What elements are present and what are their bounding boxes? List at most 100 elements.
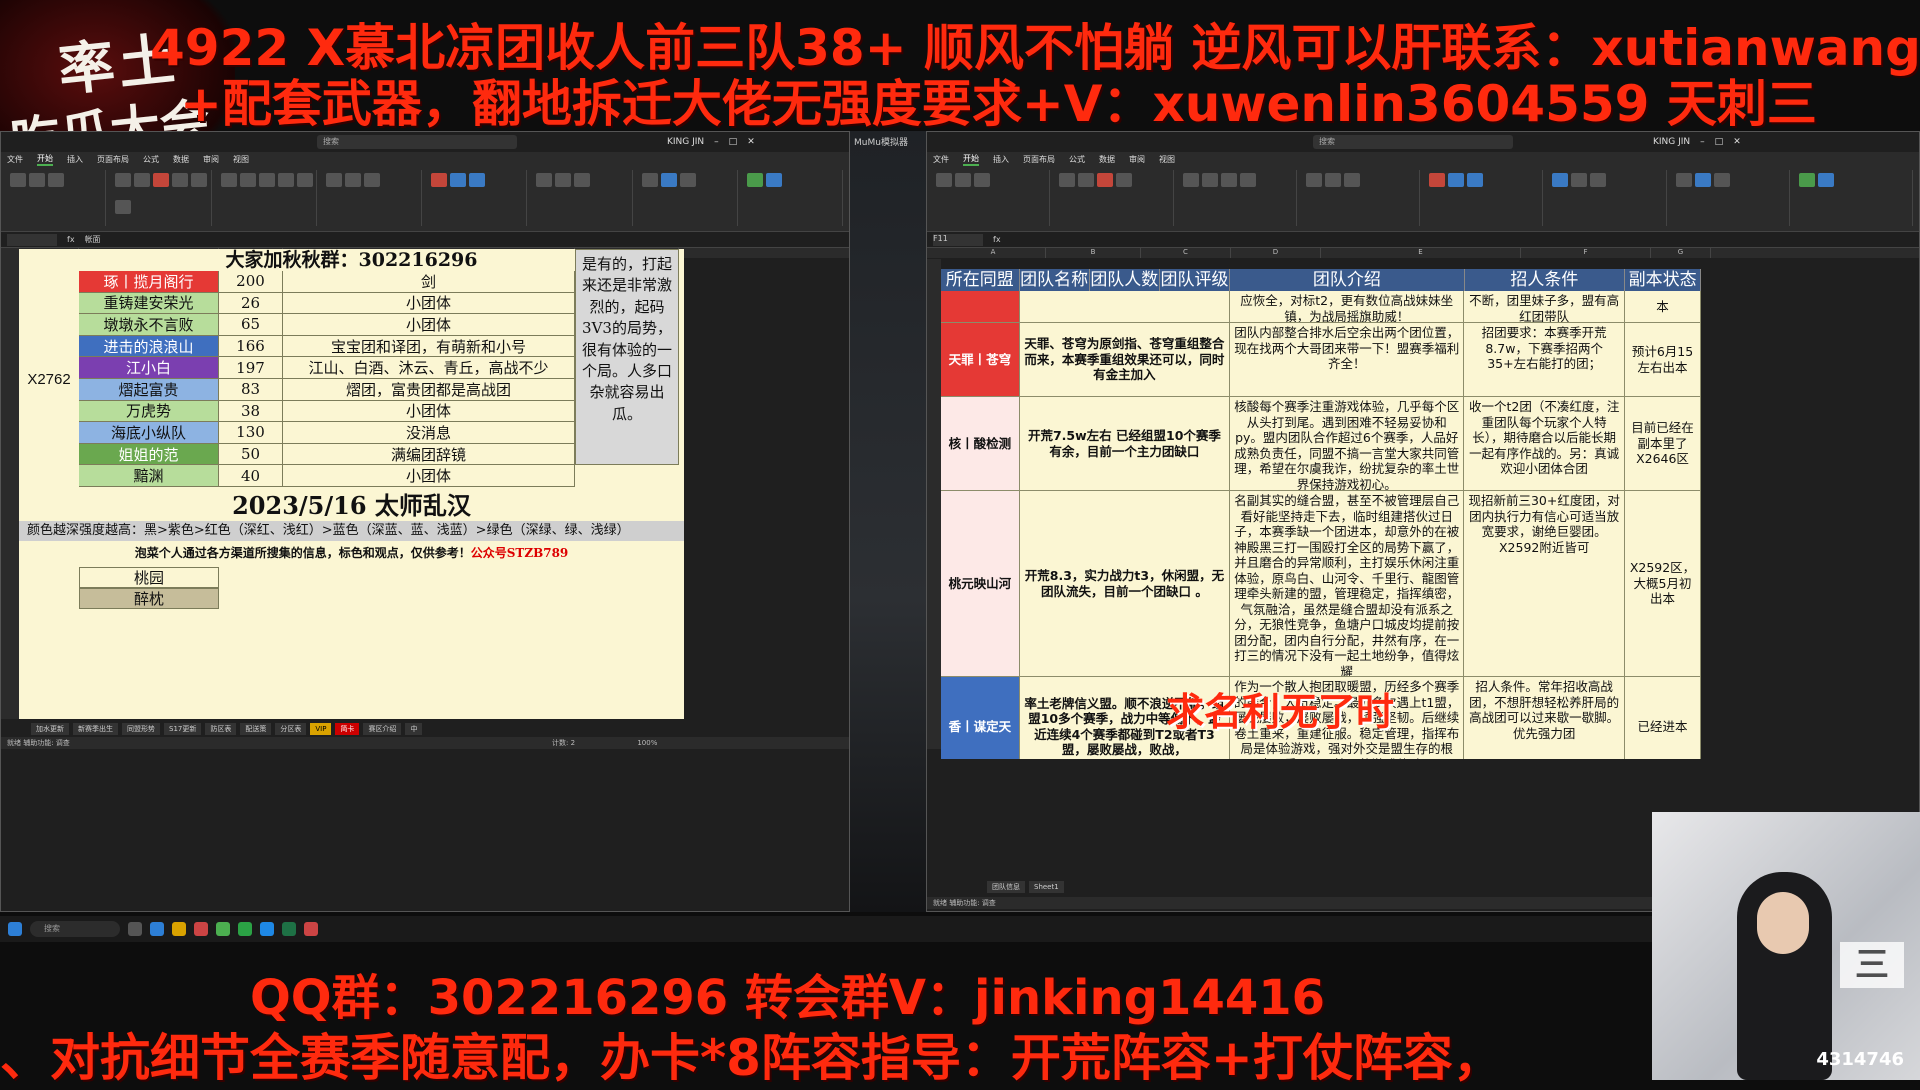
dungeon-state-cell[interactable]: 目前已经在副本里了X2646区 (1625, 397, 1701, 490)
sheet-tab[interactable]: Sheet1 (1029, 881, 1064, 893)
sheet-tab[interactable]: 加水更新 (31, 723, 69, 735)
minimize-icon[interactable]: – (714, 137, 719, 147)
team-count-cell[interactable]: 197 (219, 357, 283, 379)
team-name-cell[interactable]: 开荒7.5w左右 已经组盟10个赛季有余，目前一个主力团缺口 (1020, 397, 1231, 490)
team-name-cell[interactable]: 墩墩永不言败 (79, 314, 219, 336)
ribbon-tab-data[interactable]: 数据 (1099, 154, 1115, 165)
sheet-tab[interactable]: 团队信息 (987, 881, 1025, 893)
clipboard-group[interactable] (933, 170, 1051, 226)
team-desc-cell[interactable]: 剑 (283, 271, 575, 293)
team-intro-cell[interactable]: 核酸每个赛季注重游戏体验，几乎每个区从头打到尾。遇到困难不轻易妥协和py。盟内团… (1230, 397, 1465, 490)
alliance-cell[interactable]: 香丨谋定天 (941, 677, 1020, 759)
recruit-cond-cell[interactable]: 招人条件。常年招收高战团，不想肝想轻松养肝局的高战团可以过来歇一歇脚。优先强力团 (1464, 677, 1625, 759)
task-view-icon[interactable] (128, 922, 142, 936)
team-count-cell[interactable]: 40 (219, 465, 283, 487)
sheet-tab[interactable]: 简卡 (335, 723, 360, 735)
ribbon-tab-layout[interactable]: 页面布局 (1023, 154, 1055, 165)
team-count-cell[interactable]: 50 (219, 443, 283, 466)
team-desc-cell[interactable]: 没消息 (283, 422, 575, 444)
font-group[interactable] (1056, 170, 1174, 226)
column-header[interactable]: 所在同盟 (941, 269, 1020, 291)
font-group[interactable] (112, 170, 212, 226)
alliance-cell[interactable]: 核丨酸检测 (941, 397, 1020, 490)
recruit-cond-cell[interactable]: 现招新前三30+红度团，对团内执行力有信心可适当放宽要求，谢绝巨婴团。X2592… (1464, 491, 1625, 676)
sheet-tab[interactable]: 新赛季出生 (73, 723, 118, 735)
alliance-cell[interactable] (941, 291, 1020, 322)
team-count-cell[interactable]: 130 (219, 422, 283, 444)
team-count-cell[interactable]: 65 (219, 314, 283, 336)
team-name-cell[interactable]: 黯渊 (79, 465, 219, 487)
recruit-cond-cell[interactable]: 招团要求：本赛季开荒8.7w，下赛季招两个35+左右能打的团； (1464, 323, 1625, 396)
style-group[interactable] (428, 170, 528, 226)
team-count-cell[interactable]: 200 (219, 271, 283, 293)
edit-group[interactable] (1673, 170, 1790, 226)
team-count-cell[interactable]: 83 (219, 379, 283, 401)
sheet-tab[interactable]: 分区表 (275, 723, 307, 735)
ribbon-tab-home[interactable]: 开始 (963, 153, 979, 166)
left-search-box[interactable]: 搜索 (317, 135, 517, 149)
folder-icon[interactable] (172, 922, 186, 936)
column-header[interactable]: 招人条件 (1465, 269, 1626, 291)
start-icon[interactable] (8, 922, 22, 936)
qq-icon[interactable] (260, 922, 274, 936)
pick-cell-2[interactable]: 醉枕 (79, 588, 219, 609)
excel-icon[interactable] (282, 922, 296, 936)
ribbon-tab-view[interactable]: 视图 (1159, 154, 1175, 165)
team-desc-cell[interactable]: 江山、白酒、沐云、青丘，高战不少 (283, 357, 575, 379)
server-note-cell[interactable]: 是有的，打起来还是非常激烈的，起码3V3的局势，很有体验的一个局。人多口杂就容易… (575, 249, 679, 465)
ribbon-tab-home[interactable]: 开始 (37, 153, 53, 166)
recruit-cond-cell[interactable]: 收一个t2团（不凑红度，注重团队每个玩家个人特长），期待磨合以后能长期一起有序作… (1464, 397, 1625, 490)
team-intro-cell[interactable]: 团队内部整合排水后空余出两个团位置，现在找两个大哥团来带一下！盟赛季福利齐全！ (1230, 323, 1465, 396)
recruit-cond-cell[interactable]: 不断，团里妹子多，盟有高红团带队 (1464, 291, 1625, 322)
taskbar-search[interactable]: 搜索 (30, 921, 120, 937)
team-name-cell[interactable]: 重铸建安荣光 (79, 292, 219, 315)
team-desc-cell[interactable]: 小团体 (283, 465, 575, 487)
cell-ref[interactable]: F11 (933, 233, 983, 246)
team-desc-cell[interactable]: 小团体 (283, 400, 575, 423)
minimize-icon[interactable]: – (1700, 137, 1705, 147)
sheet-tab[interactable]: 赛区介绍 (363, 723, 402, 735)
ribbon-tab-file[interactable]: 文件 (7, 154, 23, 165)
column-header[interactable]: 团队人数 (1090, 269, 1160, 291)
column-header[interactable]: 团队名称 (1020, 269, 1090, 291)
sheet-tab[interactable]: S17更新 (164, 723, 202, 735)
ribbon-tab-formula[interactable]: 公式 (143, 154, 159, 165)
cells-group[interactable] (1549, 170, 1667, 226)
maximize-icon[interactable]: □ (729, 137, 738, 147)
team-name-cell[interactable]: 万虎势 (79, 400, 219, 423)
browser-icon[interactable] (150, 922, 164, 936)
right-formula-bar[interactable]: F11 fx (927, 232, 1919, 248)
left-zoom[interactable]: 100% (637, 739, 657, 747)
team-desc-cell[interactable]: 熠团，富贵团都是高战团 (283, 379, 575, 401)
app-icon[interactable] (194, 922, 208, 936)
team-name-cell[interactable]: 姐姐的范 (79, 443, 219, 466)
align-group[interactable] (1180, 170, 1297, 226)
ribbon-tab-view[interactable]: 视图 (233, 154, 249, 165)
sheet-tab[interactable]: 同盟形势 (122, 723, 160, 735)
ribbon-tab-formula[interactable]: 公式 (1069, 154, 1085, 165)
wechat-icon[interactable] (238, 922, 252, 936)
team-name-cell[interactable]: 江小白 (79, 357, 219, 379)
column-header[interactable]: 团队评级 (1160, 269, 1231, 291)
team-count-cell[interactable]: 26 (219, 292, 283, 315)
sheet-tab[interactable]: 配送策 (240, 723, 272, 735)
team-intro-cell[interactable]: 名副其实的缝合盟，甚至不被管理层自己看好能坚持走下去，临时组建搭伙过日子，本赛季… (1230, 491, 1465, 676)
style-group[interactable] (1426, 170, 1544, 226)
pick-cell-1[interactable]: 桃园 (79, 567, 219, 588)
ribbon-tab-insert[interactable]: 插入 (67, 154, 83, 165)
team-count-cell[interactable]: 166 (219, 335, 283, 358)
right-search-box[interactable]: 搜索 (1313, 135, 1513, 149)
sheet-tab[interactable]: 防区表 (205, 723, 237, 735)
dungeon-state-cell[interactable]: X2592区，大概5月初出本 (1625, 491, 1701, 676)
number-group[interactable] (323, 170, 422, 226)
team-desc-cell[interactable]: 小团体 (283, 314, 575, 336)
dungeon-state-cell[interactable]: 已经进本 (1625, 677, 1701, 759)
maximize-icon[interactable]: □ (1715, 137, 1724, 147)
ribbon-tab-review[interactable]: 审阅 (203, 154, 219, 165)
ribbon-tab-review[interactable]: 审阅 (1129, 154, 1145, 165)
ribbon-tab-layout[interactable]: 页面布局 (97, 154, 129, 165)
close-icon[interactable]: ✕ (1733, 137, 1741, 147)
formula-content[interactable]: 帐面 (85, 234, 101, 245)
alliance-cell[interactable]: 桃元映山河 (941, 491, 1020, 676)
addin-group[interactable] (1796, 170, 1913, 226)
